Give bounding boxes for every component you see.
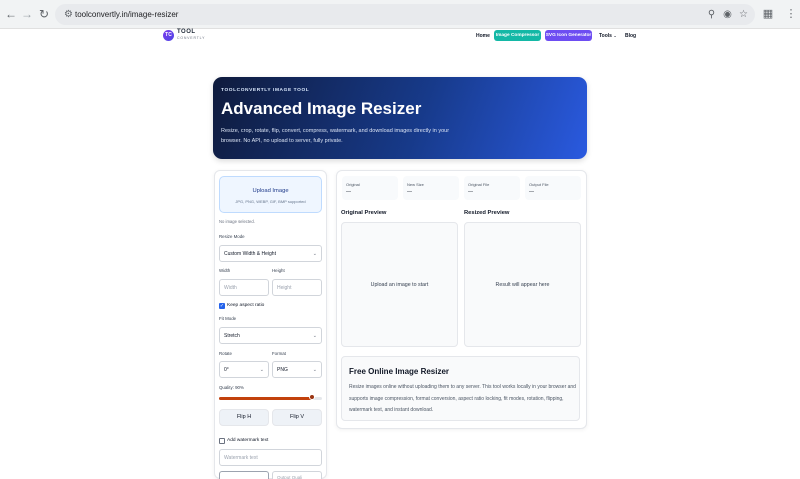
stat-label: New Size [407, 182, 424, 187]
site-header: TC TOOL CONVERTLY Home Image Compressor … [0, 29, 800, 47]
browser-toolbar: ← → ↻ ⚙ toolconvertly.in/image-resizer ⚲… [0, 0, 800, 29]
rotate-value: 0° [224, 367, 229, 373]
rotate-select[interactable]: 0° ⌄ [219, 361, 269, 378]
resize-mode-select[interactable]: Custom Width & Height ⌄ [219, 245, 322, 262]
upload-dropzone[interactable]: Upload Image JPG, PNG, WEBP, GIF, BMP su… [219, 176, 322, 213]
stat-label: Original File [468, 182, 490, 187]
url-text: toolconvertly.in/image-resizer [75, 10, 179, 19]
chevron-down-icon: ⌄ [259, 367, 264, 373]
watermark-checkbox[interactable] [219, 438, 225, 444]
width-label: Width [219, 268, 231, 273]
original-preview-box: Upload an image to start [341, 222, 458, 347]
fit-mode-label: Fit Mode [219, 316, 237, 321]
nav-tools-label: Tools [599, 33, 612, 39]
address-bar[interactable]: ⚙ toolconvertly.in/image-resizer ⚲ ◉ ☆ [55, 4, 755, 25]
nav-home[interactable]: Home [476, 32, 490, 40]
stat-new-size: New Size — [403, 176, 459, 200]
reload-icon[interactable]: ↻ [36, 6, 52, 22]
stat-output-file: Output File — [525, 176, 581, 200]
width-input[interactable] [219, 279, 269, 296]
chevron-down-icon: ⌄ [312, 251, 317, 257]
flip-vertical-button[interactable]: Flip V [272, 409, 322, 426]
info-card: Free Online Image Resizer Resize images … [341, 356, 580, 421]
nav-svg-icon-generator[interactable]: SVG Icon Generator [545, 30, 592, 41]
nav-tools[interactable]: Tools ⌄ [599, 32, 617, 40]
fit-mode-select[interactable]: Stretch ⌄ [219, 327, 322, 344]
format-label: Format [272, 351, 286, 356]
stat-original-file: Original File — [464, 176, 520, 200]
controls-panel [214, 170, 327, 479]
watermark-text-input[interactable] [219, 449, 322, 466]
height-label: Height [272, 268, 285, 273]
hero-banner: TOOLCONVERTLY IMAGE TOOL Advanced Image … [213, 77, 587, 159]
hero-description: Resize, crop, rotate, flip, convert, com… [221, 128, 450, 144]
resized-preview-title: Resized Preview [464, 210, 510, 216]
chevron-down-icon: ⌄ [312, 333, 317, 339]
resized-preview-placeholder: Result will appear here [495, 282, 550, 288]
chevron-down-icon: ⌄ [312, 367, 317, 373]
quality-slider-handle[interactable] [308, 394, 315, 400]
page-title: Advanced Image Resizer [221, 99, 422, 118]
back-icon[interactable]: ← [3, 6, 19, 22]
stat-value: — [468, 189, 473, 195]
nav-blog[interactable]: Blog [625, 32, 636, 40]
resized-preview-box: Result will appear here [464, 222, 581, 347]
logo-text[interactable]: TOOL [177, 29, 196, 36]
fit-mode-value: Stretch [224, 333, 240, 339]
no-image-status: No image selected. [219, 219, 255, 224]
partial-hidden-control[interactable]: Output Quali [272, 471, 322, 479]
stat-label: Original [346, 182, 360, 187]
forward-icon[interactable]: → [19, 6, 35, 22]
stat-value: — [346, 189, 351, 195]
menu-icon[interactable]: ⋮ [783, 6, 799, 22]
watermark-color-picker[interactable] [219, 471, 269, 479]
upload-title: Upload Image [252, 188, 289, 194]
hero-kicker: TOOLCONVERTLY IMAGE TOOL [221, 88, 310, 93]
chevron-down-icon: ⌄ [613, 33, 617, 38]
extensions-icon[interactable]: ▦ [760, 6, 776, 22]
upload-formats: JPG, PNG, WEBP, GIF, BMP supported [235, 199, 306, 204]
stat-value: — [529, 189, 534, 195]
format-select[interactable]: PNG ⌄ [272, 361, 322, 378]
resize-mode-value: Custom Width & Height [224, 251, 276, 257]
bookmark-star-icon[interactable]: ☆ [737, 8, 750, 21]
info-description: Resize images online without uploading t… [349, 384, 576, 413]
watermark-checkbox-label: Add watermark text [227, 438, 269, 443]
original-preview-placeholder: Upload an image to start [370, 282, 429, 288]
resize-mode-label: Resize Mode [219, 234, 245, 239]
zoom-icon[interactable]: ⚲ [705, 8, 718, 21]
keep-aspect-checkbox[interactable]: ✓ [219, 303, 225, 309]
original-preview-title: Original Preview [341, 210, 387, 216]
keep-aspect-label: Keep aspect ratio [227, 303, 265, 308]
stat-label: Output File [529, 182, 549, 187]
quality-slider[interactable] [219, 394, 322, 400]
nav-image-compressor[interactable]: Image Compressor [494, 30, 541, 41]
quality-slider-fill [219, 397, 312, 400]
flip-horizontal-button[interactable]: Flip H [219, 409, 269, 426]
rotate-label: Rotate [219, 351, 232, 356]
format-value: PNG [277, 367, 288, 373]
logo-subtext: CONVERTLY [177, 36, 206, 40]
logo-icon[interactable]: TC [163, 30, 174, 41]
quality-label: Quality: 90% [219, 385, 244, 390]
stat-value: — [407, 189, 412, 195]
info-title: Free Online Image Resizer [349, 367, 450, 376]
height-input[interactable] [272, 279, 322, 296]
site-info-icon[interactable]: ⚙ [62, 8, 75, 21]
eye-off-icon[interactable]: ◉ [721, 8, 734, 21]
stat-original: Original — [342, 176, 398, 200]
